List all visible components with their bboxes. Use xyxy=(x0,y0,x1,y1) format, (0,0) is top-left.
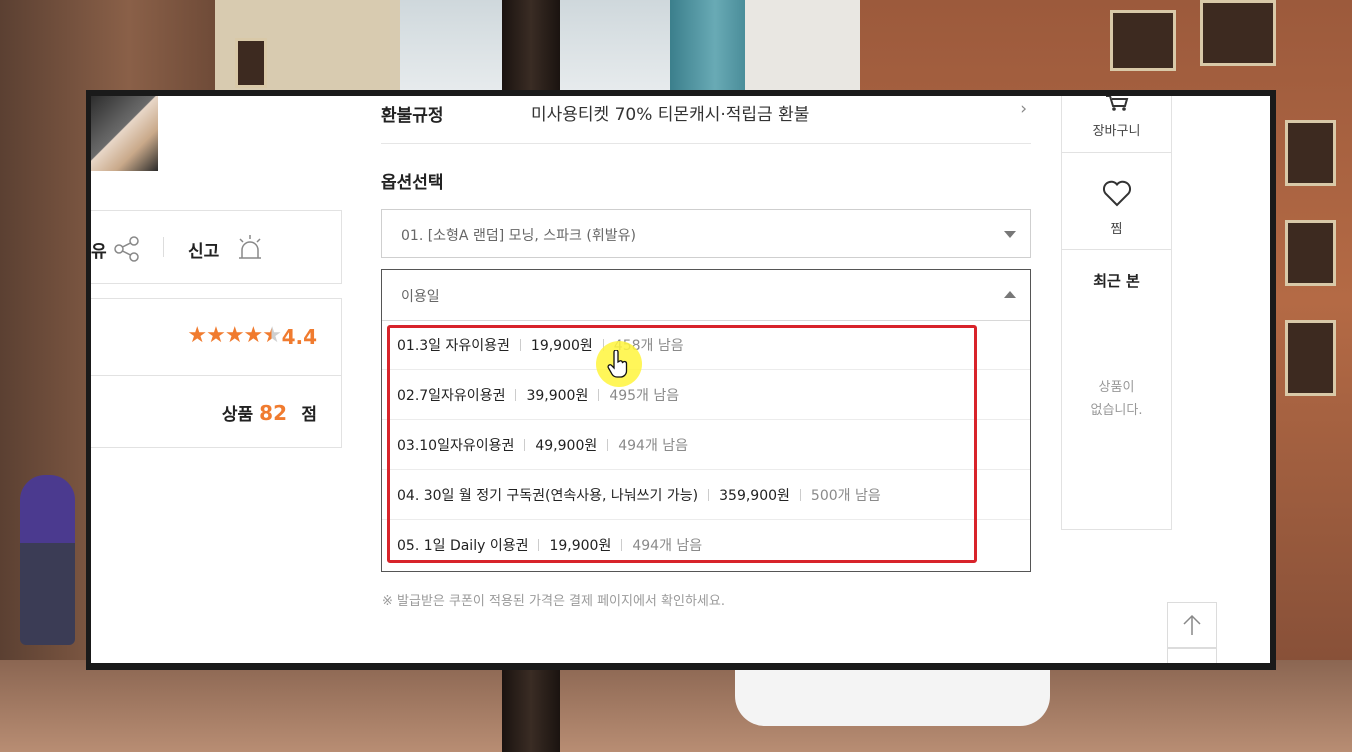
coupon-notice: ※ 발급받은 쿠폰이 적용된 가격은 결제 페이지에서 확인하세요. xyxy=(382,594,725,609)
refund-value: 미사용티켓 70% 티몬캐시·적립금 환불 xyxy=(531,105,810,125)
option-select-1[interactable]: 01. [소형A 랜덤] 모닝, 스파크 (휘발유) xyxy=(381,209,1031,258)
share-icon[interactable] xyxy=(113,235,141,263)
arrow-up-icon xyxy=(1183,614,1201,635)
refund-label: 환불규정 xyxy=(381,106,444,126)
option-list: 01.3일 자유이용권 19,900원 458개 남음 02.7일자유이용권 39,9… xyxy=(382,320,1030,570)
refund-policy-row[interactable]: 환불규정 미사용티켓 70% 티몬캐시·적립금 환불 › xyxy=(381,96,1031,144)
option-stock: 494개 남음 xyxy=(618,438,689,454)
siren-icon[interactable] xyxy=(235,233,265,263)
option-name: 03.10일자유이용권 xyxy=(397,438,515,454)
rating-box: ★★★★★ 4.4 상품 82 점 xyxy=(91,298,342,448)
option-price: 359,900원 xyxy=(719,488,790,504)
option-price: 39,900원 xyxy=(526,388,589,404)
option-stock: 495개 남음 xyxy=(609,388,680,404)
caret-down-icon xyxy=(1004,231,1016,238)
option-item-1[interactable]: 01.3일 자유이용권 19,900원 458개 남음 xyxy=(382,320,1030,370)
option-item-4[interactable]: 04. 30일 월 정기 구독권(연속사용, 나눠쓰기 가능) 359,900원 5… xyxy=(382,470,1030,520)
score-row: 상품 82 점 xyxy=(91,375,341,449)
report-button[interactable]: 신고 xyxy=(188,237,219,262)
option-item-2[interactable]: 02.7일자유이용권 39,900원 495개 남음 xyxy=(382,370,1030,420)
right-sidebar: 장바구니 찜 최근 본 상품이 없습니다. xyxy=(1061,96,1172,530)
share-label[interactable]: 유 xyxy=(91,237,107,262)
option-price: 19,900원 xyxy=(549,538,612,554)
option-select-2-header[interactable]: 이용일 xyxy=(382,270,1030,321)
rating-row[interactable]: ★★★★★ 4.4 xyxy=(91,299,341,376)
share-report-bar: 유 신고 xyxy=(91,210,342,284)
divider xyxy=(163,237,164,257)
option-select-1-value: 01. [소형A 랜덤] 모닝, 스파크 (휘발유) xyxy=(401,228,636,244)
option-item-3[interactable]: 03.10일자유이용권 49,900원 494개 남음 xyxy=(382,420,1030,470)
option-stock: 500개 남음 xyxy=(810,488,881,504)
option-name: 05. 1일 Daily 이용권 xyxy=(397,538,529,554)
option-name: 04. 30일 월 정기 구독권(연속사용, 나눠쓰기 가능) xyxy=(397,488,699,504)
wish-label: 찜 xyxy=(1110,222,1123,237)
recent-empty-message: 상품이 없습니다. xyxy=(1090,380,1143,418)
option-item-5[interactable]: 05. 1일 Daily 이용권 19,900원 494개 남음 xyxy=(382,520,1030,570)
product-panel: 유 신고 ★★★★★ 4.4 상품 82 점 환불규정 미사용티켓 70% 티몬… xyxy=(91,96,1270,663)
hand-cursor-icon xyxy=(607,350,628,378)
scroll-down-button[interactable] xyxy=(1167,648,1217,663)
option-stock: 494개 남음 xyxy=(632,538,703,554)
cart-label: 장바구니 xyxy=(1092,124,1141,139)
score-label: 상품 82 xyxy=(221,401,287,425)
option-select-2[interactable]: 이용일 01.3일 자유이용권 19,900원 458개 남음 02.7일자유이용권… xyxy=(381,269,1031,572)
recent-viewed-title: 최근 본 xyxy=(1093,272,1140,290)
scroll-top-button[interactable] xyxy=(1167,602,1217,648)
option-price: 49,900원 xyxy=(535,438,598,454)
option-select-2-placeholder: 이용일 xyxy=(401,289,440,305)
option-price: 19,900원 xyxy=(530,338,593,354)
cart-icon xyxy=(1106,96,1129,111)
option-title: 옵션선택 xyxy=(381,173,444,193)
chevron-right-icon[interactable]: › xyxy=(1020,99,1027,119)
rating-value: 4.4 xyxy=(281,325,317,349)
wish-button[interactable]: 찜 xyxy=(1062,152,1171,250)
heart-icon xyxy=(1102,180,1132,207)
star-rating: ★★★★★ xyxy=(187,323,282,348)
option-name: 01.3일 자유이용권 xyxy=(397,338,510,354)
cart-button[interactable]: 장바구니 xyxy=(1062,96,1171,153)
product-thumbnail[interactable] xyxy=(91,96,158,171)
option-name: 02.7일자유이용권 xyxy=(397,388,506,404)
score-value: 82 xyxy=(259,401,287,425)
score-unit: 점 xyxy=(301,405,317,425)
caret-up-icon xyxy=(1004,291,1016,298)
